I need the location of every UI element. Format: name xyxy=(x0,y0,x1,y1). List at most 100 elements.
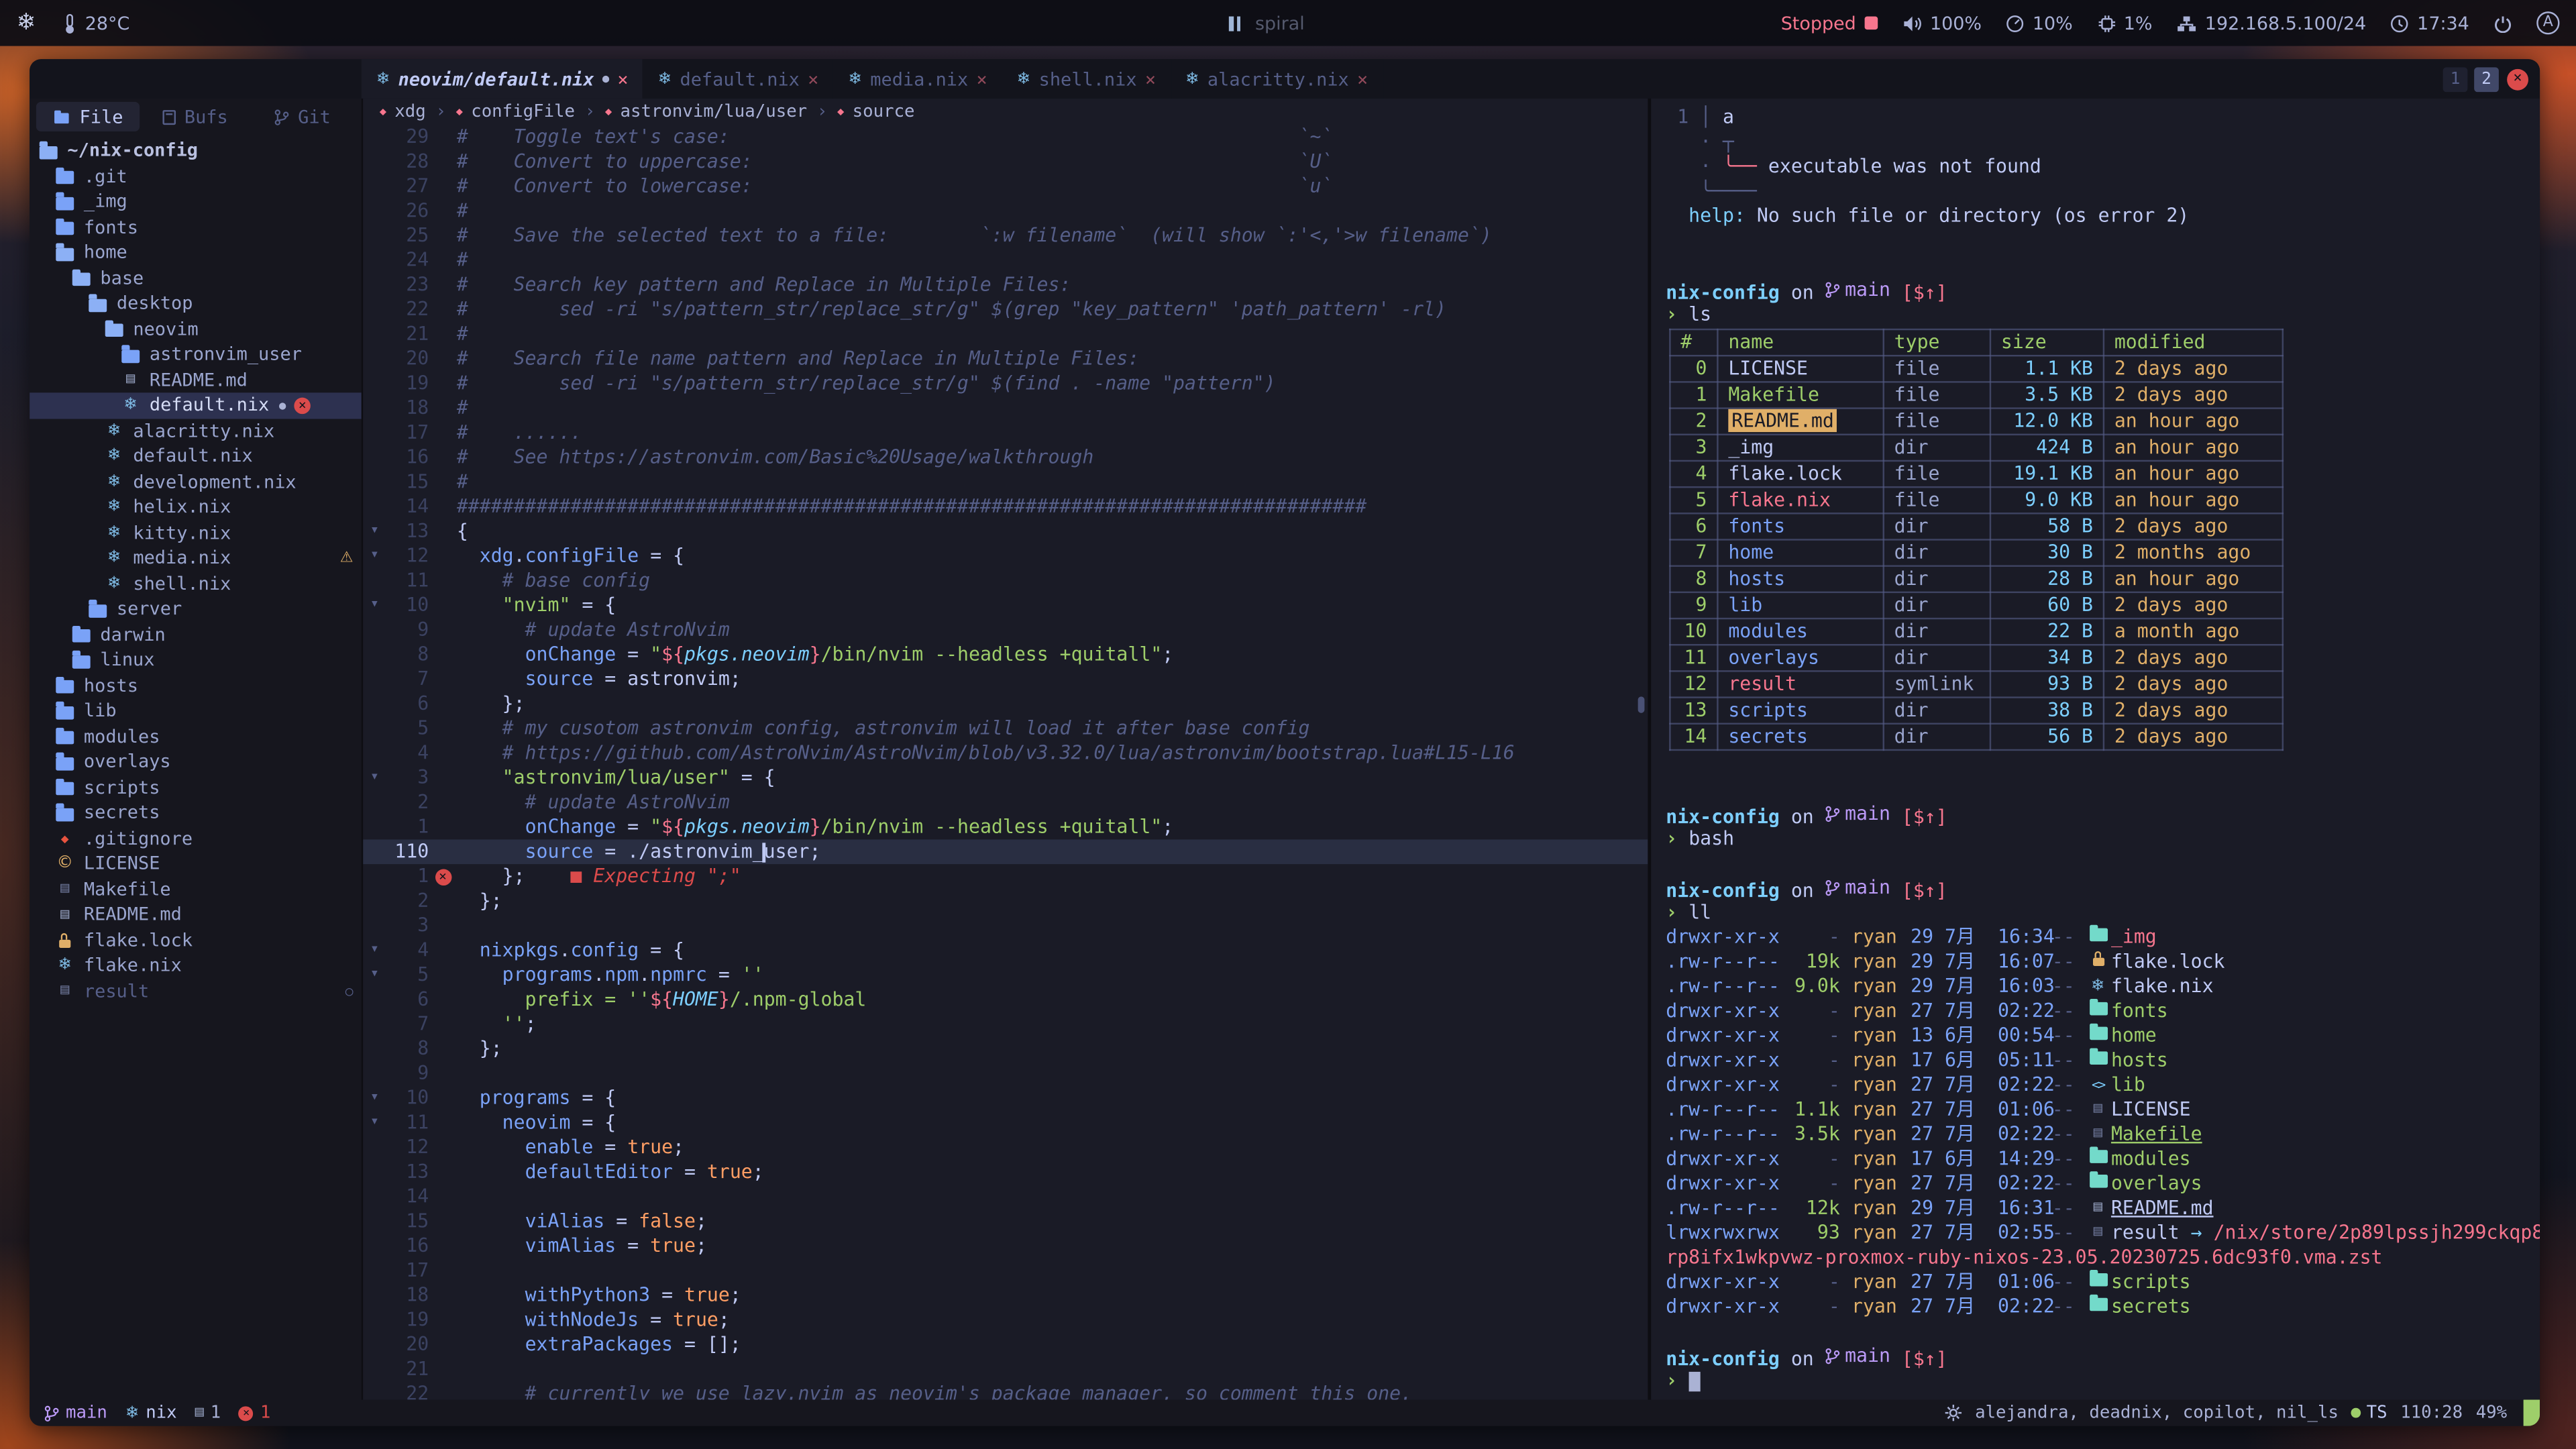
close-buffer-icon[interactable]: × xyxy=(1145,68,1156,90)
code-line-20[interactable]: 9 # update AstroNvim xyxy=(363,618,1648,643)
code-line-35[interactable]: 6 prefix = ''${HOME}/.npm-global xyxy=(363,987,1648,1012)
code-line-21[interactable]: 8 onChange = "${pkgs.neovim}/bin/nvim --… xyxy=(363,643,1648,667)
code-line-13[interactable]: 16# See https://astronvim.com/Basic%20Us… xyxy=(363,445,1648,470)
code-line-28[interactable]: 1 onChange = "${pkgs.neovim}/bin/nvim --… xyxy=(363,815,1648,840)
code-line-1[interactable]: 28# Convert to uppercase: `U` xyxy=(363,150,1648,174)
tree-item-shell.nix[interactable]: ❄shell.nix xyxy=(30,571,362,596)
code-line-26[interactable]: ▾3 "astronvim/lua/user" = { xyxy=(363,765,1648,790)
buffer-tab-neovim/default.nix[interactable]: ❄neovim/default.nix●× xyxy=(362,59,643,99)
code-line-34[interactable]: ▾5 programs.npm.npmrc = '' xyxy=(363,963,1648,987)
cpu-module[interactable]: 1% xyxy=(2098,12,2153,34)
tree-item-linux[interactable]: linux xyxy=(30,647,362,673)
tabpage-1[interactable]: 1 xyxy=(2443,66,2468,91)
media-module[interactable]: spiral xyxy=(1229,0,1305,46)
code-line-29[interactable]: 110 source = ./astronvim_user; xyxy=(363,839,1648,864)
volume-module[interactable]: 100% xyxy=(1902,12,1982,34)
code-line-6[interactable]: 23# Search key pattern and Replace in Mu… xyxy=(363,273,1648,298)
fold-indicator[interactable]: ▾ xyxy=(363,1111,386,1136)
tree-item-media.nix[interactable]: ❄media.nix⚠ xyxy=(30,545,362,571)
neotree-tab-file[interactable]: File xyxy=(36,102,140,131)
code-line-15[interactable]: 14######################################… xyxy=(363,494,1648,519)
breadcrumb-segment[interactable]: ◆source xyxy=(837,102,914,121)
neotree-tab-git[interactable]: Git xyxy=(251,102,355,131)
clock-module[interactable]: 17:34 xyxy=(2391,12,2469,34)
tree-item-kitty.nix[interactable]: ❄kitty.nix xyxy=(30,520,362,545)
tree-item-hosts[interactable]: hosts xyxy=(30,673,362,698)
code-line-48[interactable]: 19 withNodeJs = true; xyxy=(363,1307,1648,1332)
network-module[interactable]: 192.168.5.100/24 xyxy=(2177,12,2366,34)
tree-item-scripts[interactable]: scripts xyxy=(30,775,362,800)
tree-item-README.md[interactable]: ▤README.md xyxy=(30,367,362,392)
code-line-24[interactable]: 5 # my cusotom astronvim config, astronv… xyxy=(363,716,1648,741)
git-branch-segment[interactable]: main xyxy=(44,1403,107,1422)
code-line-2[interactable]: 27# Convert to lowercase: `u` xyxy=(363,174,1648,199)
code-line-16[interactable]: ▾13{ xyxy=(363,519,1648,544)
fold-indicator[interactable]: ▾ xyxy=(363,938,386,963)
code-line-39[interactable]: ▾10 programs = { xyxy=(363,1086,1648,1111)
tree-item-fonts[interactable]: fonts xyxy=(30,215,362,240)
tree-item-home[interactable]: home xyxy=(30,240,362,266)
code-line-23[interactable]: 6 }; xyxy=(363,692,1648,716)
tabpage-2[interactable]: 2 xyxy=(2474,66,2499,91)
fold-indicator[interactable]: ▾ xyxy=(363,963,386,987)
shell-cursor-line[interactable]: › xyxy=(1666,1368,2540,1393)
code-line-42[interactable]: 13 defaultEditor = true; xyxy=(363,1160,1648,1185)
tree-item-helix.nix[interactable]: ❄helix.nix xyxy=(30,494,362,520)
shell-command-bash[interactable]: › bash xyxy=(1666,826,2540,851)
tree-item-default.nix[interactable]: ❄default.nix xyxy=(30,443,362,469)
code-line-33[interactable]: ▾4 nixpkgs.config = { xyxy=(363,938,1648,963)
code-line-32[interactable]: 3 xyxy=(363,914,1648,938)
code-line-18[interactable]: 11 # base config xyxy=(363,568,1648,593)
disk-module[interactable]: 10% xyxy=(2006,12,2073,34)
tree-item-.gitignore[interactable]: ◆.gitignore xyxy=(30,826,362,851)
code-line-51[interactable]: 22 # currently we use lazy.nvim as neovi… xyxy=(363,1382,1648,1400)
tree-item-~/nix-config[interactable]: ~/nix-config xyxy=(30,138,362,164)
fold-indicator[interactable]: ▾ xyxy=(363,593,386,618)
code-line-8[interactable]: 21# xyxy=(363,322,1648,347)
code-line-50[interactable]: 21 xyxy=(363,1357,1648,1382)
buffer-tab-shell.nix[interactable]: ❄shell.nix× xyxy=(1002,59,1171,99)
tree-item-base[interactable]: base xyxy=(30,266,362,291)
code-line-25[interactable]: 4 # https://github.com/AstroNvim/AstroNv… xyxy=(363,741,1648,765)
recording-module[interactable]: Stopped xyxy=(1781,12,1878,34)
temperature-module[interactable]: 28°C xyxy=(62,12,129,34)
breadcrumb-segment[interactable]: ◆configFile xyxy=(456,102,575,121)
tree-item-result[interactable]: ▤result○ xyxy=(30,978,362,1004)
tree-item-flake.lock[interactable]: flake.lock xyxy=(30,927,362,953)
buffer-tab-media.nix[interactable]: ❄media.nix× xyxy=(833,59,1002,99)
tree-item-LICENSE[interactable]: ©LICENSE xyxy=(30,851,362,877)
tree-item-Makefile[interactable]: ▤Makefile xyxy=(30,877,362,902)
code-line-11[interactable]: 18# xyxy=(363,396,1648,421)
tree-item-secrets[interactable]: secrets xyxy=(30,800,362,826)
code-line-14[interactable]: 15# xyxy=(363,470,1648,494)
tree-item-modules[interactable]: modules xyxy=(30,724,362,749)
scrollbar-thumb[interactable] xyxy=(1638,697,1645,713)
tree-item-server[interactable]: server xyxy=(30,596,362,622)
code-lines[interactable]: 29# Toggle text's case: `~`28# Convert t… xyxy=(363,125,1648,1399)
code-line-47[interactable]: 18 withPython3 = true; xyxy=(363,1283,1648,1308)
close-buffer-icon[interactable]: × xyxy=(808,68,818,90)
tree-item-_img[interactable]: _img xyxy=(30,189,362,215)
code-line-38[interactable]: 9 xyxy=(363,1061,1648,1086)
buffer-tab-alacritty.nix[interactable]: ❄alacritty.nix× xyxy=(1171,59,1383,99)
code-line-40[interactable]: ▾11 neovim = { xyxy=(363,1111,1648,1136)
code-line-36[interactable]: 7 ''; xyxy=(363,1012,1648,1037)
tree-item-alacritty.nix[interactable]: ❄alacritty.nix xyxy=(30,418,362,443)
code-line-5[interactable]: 24# xyxy=(363,248,1648,273)
code-line-49[interactable]: 20 extraPackages = []; xyxy=(363,1332,1648,1357)
code-line-46[interactable]: 17 xyxy=(363,1258,1648,1283)
shell-command-ls[interactable]: › ls xyxy=(1666,303,2540,327)
tree-item-overlays[interactable]: overlays xyxy=(30,749,362,775)
close-window-icon[interactable]: × xyxy=(2507,68,2528,90)
tree-item-flake.nix[interactable]: ❄flake.nix xyxy=(30,953,362,978)
shell-command-ll[interactable]: › ll xyxy=(1666,900,2540,925)
code-line-19[interactable]: ▾10 "nvim" = { xyxy=(363,593,1648,618)
buffer-tab-default.nix[interactable]: ❄default.nix× xyxy=(643,59,834,99)
code-line-3[interactable]: 26# xyxy=(363,199,1648,223)
code-line-37[interactable]: 8 }; xyxy=(363,1036,1648,1061)
terminal-pane[interactable]: 1 │ a · ┬ · ╰── executable was not found… xyxy=(1648,99,2540,1400)
code-line-4[interactable]: 25# Save the selected text to a file: `:… xyxy=(363,223,1648,248)
code-line-10[interactable]: 19# sed -ri "s/pattern_str/replace_str/g… xyxy=(363,371,1648,396)
code-line-22[interactable]: 7 source = astronvim; xyxy=(363,667,1648,692)
breadcrumb-segment[interactable]: ◆xdg xyxy=(380,102,426,121)
